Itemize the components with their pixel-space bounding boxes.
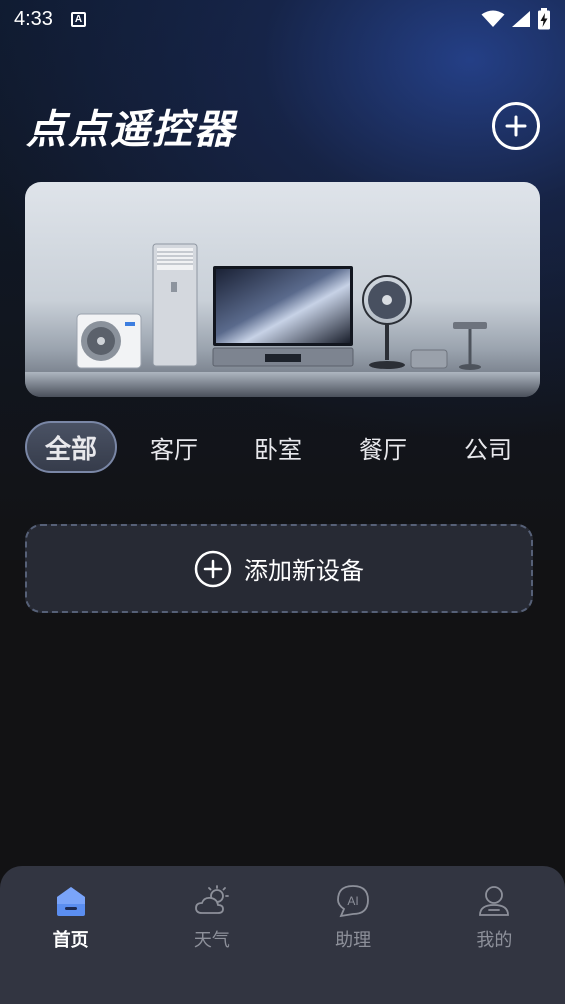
nav-item-weather[interactable]: 天气 xyxy=(141,866,282,1004)
svg-text:AI: AI xyxy=(347,894,358,908)
nav-label-profile: 我的 xyxy=(476,930,513,951)
tab-dining-room[interactable]: 餐厅 xyxy=(359,421,407,473)
plus-circle-icon xyxy=(194,550,232,587)
add-device-button[interactable]: 添加新设备 xyxy=(25,524,533,613)
nav-item-profile[interactable]: 我的 xyxy=(424,866,565,1004)
nav-item-home[interactable]: 首页 xyxy=(0,866,141,1004)
nav-item-assistant[interactable]: AI 助理 xyxy=(283,866,424,1004)
wifi-icon xyxy=(481,10,505,27)
home-icon xyxy=(56,887,85,916)
profile-icon xyxy=(479,886,510,916)
tab-bedroom[interactable]: 卧室 xyxy=(254,421,302,473)
status-time: 4:33 xyxy=(14,7,53,30)
battery-charging-icon xyxy=(538,8,550,30)
status-icons xyxy=(481,8,551,30)
nav-label-home: 首页 xyxy=(52,930,89,951)
appliances-banner[interactable] xyxy=(25,182,540,397)
ai-assistant-icon: AI xyxy=(337,885,370,918)
nav-label-weather: 天气 xyxy=(193,930,230,951)
notification-a-icon: A xyxy=(70,11,86,27)
tab-all[interactable]: 全部 xyxy=(25,421,117,473)
weather-icon xyxy=(194,885,229,914)
add-button[interactable] xyxy=(492,102,540,150)
add-device-label: 添加新设备 xyxy=(244,557,364,585)
bottom-nav: 首页 天气 AI 助理 我的 xyxy=(0,866,565,1004)
room-tabs: 全部 客厅 卧室 餐厅 公司 xyxy=(25,420,540,474)
status-bar: 4:33 A xyxy=(0,0,565,38)
tab-living-room[interactable]: 客厅 xyxy=(150,421,198,473)
appliances-illustration xyxy=(25,243,540,397)
signal-icon xyxy=(512,11,530,27)
tab-office[interactable]: 公司 xyxy=(464,421,512,473)
plus-icon xyxy=(505,115,527,137)
nav-label-assistant: 助理 xyxy=(335,930,372,951)
app-title: 点点遥控器 xyxy=(26,107,236,153)
header: 点点遥控器 xyxy=(26,96,540,156)
